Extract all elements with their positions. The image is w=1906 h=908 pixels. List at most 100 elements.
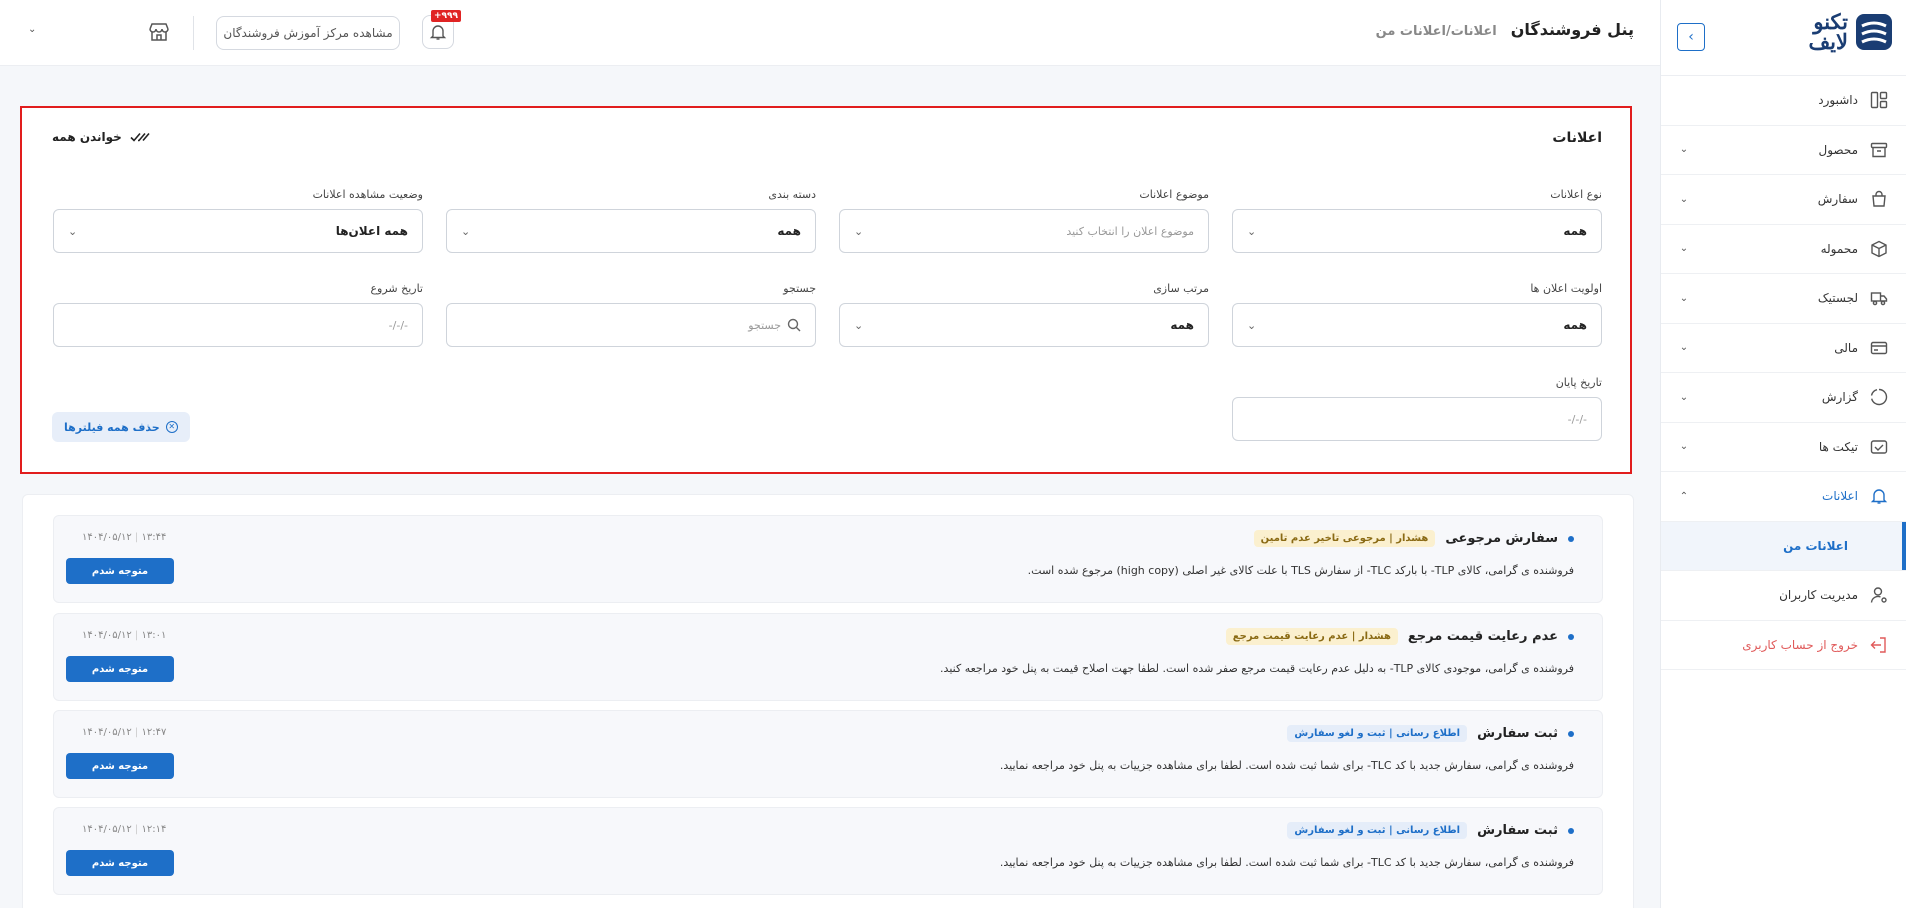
- start-date-input[interactable]: -/-/-: [53, 303, 423, 347]
- clear-filters-button[interactable]: ✕ حذف همه فیلترها: [52, 412, 190, 442]
- sidebar-item-label: تیکت ها: [1818, 439, 1858, 454]
- sidebar-item-tickets[interactable]: تیکت ها ⌄: [1661, 423, 1906, 472]
- filter-priority: اولویت اعلان ها همه ⌄: [1232, 282, 1602, 347]
- acknowledge-button[interactable]: متوجه شدم: [66, 850, 174, 876]
- card-icon: [1868, 337, 1890, 359]
- sidebar-subitem-my-notifications[interactable]: اعلانات من: [1661, 521, 1906, 571]
- sidebar-item-notifications[interactable]: اعلانات ⌃: [1661, 472, 1906, 522]
- clear-filters-label: حذف همه فیلترها: [64, 420, 160, 434]
- sidebar-item-logistics[interactable]: لجستیک ⌄: [1661, 274, 1906, 324]
- page-header: پنل فروشندگان اعلانات/اعلانات من: [1376, 20, 1634, 39]
- sidebar-item-label: اعلانات من: [1783, 538, 1848, 553]
- sidebar-item-label: محصول: [1818, 142, 1859, 157]
- sidebar-item-label: داشبورد: [1818, 93, 1858, 108]
- field-label: نوع اعلانات: [1550, 188, 1602, 201]
- notifications-button[interactable]: +۹۹۹: [422, 10, 461, 49]
- search-input[interactable]: جستجو: [446, 303, 816, 347]
- priority-select[interactable]: همه ⌄: [1232, 303, 1602, 347]
- notification-count-badge: +۹۹۹: [430, 10, 461, 22]
- notification-type-select[interactable]: همه ⌄: [1232, 209, 1602, 253]
- chevron-down-icon[interactable]: ⌄: [28, 24, 36, 35]
- sidebar-item-label: مالی: [1834, 340, 1858, 355]
- notification-tag: هشدار | عدم رعایت قیمت مرجع: [1225, 628, 1398, 645]
- package-icon: [1868, 238, 1890, 260]
- acknowledge-button[interactable]: متوجه شدم: [66, 558, 174, 584]
- filter-notification-type: نوع اعلانات همه ⌄: [1232, 188, 1602, 253]
- sidebar-item-user-management[interactable]: مدیریت کاربران: [1661, 571, 1906, 621]
- notification-timestamp: ۱۴۰۴/۰۵/۱۲ | ۱۲:۱۴: [82, 824, 167, 835]
- notification-body: فروشنده ی گرامی، موجودی کالای TLP- به دل…: [940, 662, 1574, 675]
- filter-notification-subject: موضوع اعلانات موضوع اعلان را انتخاب کنید…: [839, 188, 1209, 253]
- training-center-button[interactable]: مشاهده مرکز آموزش فروشندگان: [216, 16, 400, 50]
- divider: [193, 16, 194, 50]
- field-label: موضوع اعلانات: [1139, 188, 1209, 201]
- notification-list: سفارش مرجوعی هشدار | مرجوعی تاخیر عدم تا…: [22, 494, 1634, 908]
- sidebar-item-finance[interactable]: مالی ⌄: [1661, 324, 1906, 373]
- view-status-select[interactable]: همه اعلان‌ها ⌄: [53, 209, 423, 253]
- logo-mark-icon: [1856, 14, 1892, 50]
- notification-title: سفارش مرجوعی: [1445, 531, 1558, 546]
- notification-timestamp: ۱۴۰۴/۰۵/۱۲ | ۱۳:۰۱: [82, 630, 167, 641]
- sidebar-item-report[interactable]: گزارش ⌄: [1661, 373, 1906, 423]
- logo[interactable]: تکنو لایف: [1808, 11, 1894, 52]
- field-label: وضعیت مشاهده اعلانات: [312, 188, 423, 201]
- close-circle-icon: ✕: [165, 421, 178, 433]
- notification-body: فروشنده ی گرامی، کالای TLP- با بارکد TLC…: [1027, 564, 1574, 577]
- store-icon[interactable]: [147, 20, 171, 44]
- sidebar-nav: داشبورد محصول ⌄ سفارش ⌄ محموله ⌄ لجستیک …: [1661, 76, 1906, 670]
- notification-timestamp: ۱۴۰۴/۰۵/۱۲ | ۱۲:۴۷: [82, 727, 167, 738]
- filter-start-date: تاریخ شروع -/-/-: [53, 282, 423, 347]
- acknowledge-button[interactable]: متوجه شدم: [66, 656, 174, 682]
- select-placeholder: موضوع اعلان را انتخاب کنید: [1066, 224, 1194, 238]
- sidebar-item-label: مدیریت کاربران: [1779, 588, 1858, 603]
- notification-date: ۱۴۰۴/۰۵/۱۲: [82, 630, 132, 641]
- sidebar-item-logout[interactable]: خروج از حساب کاربری: [1661, 621, 1906, 670]
- read-all-button[interactable]: خواندن همه: [52, 130, 150, 144]
- notification-header: ثبت سفارش اطلاع رسانی | ثبت و لغو سفارش: [1287, 725, 1574, 742]
- chevron-down-icon: ⌄: [854, 318, 864, 332]
- notification-header: عدم رعایت قیمت مرجع هشدار | عدم رعایت قی…: [1225, 628, 1574, 645]
- notification-tag: اطلاع رسانی | ثبت و لغو سفارش: [1287, 822, 1468, 839]
- sidebar-item-label: لجستیک: [1817, 291, 1858, 306]
- truck-icon: [1868, 287, 1890, 309]
- notification-time: ۱۳:۰۱: [141, 630, 167, 641]
- dashboard-icon: [1868, 89, 1890, 111]
- notification-title: عدم رعایت قیمت مرجع: [1407, 629, 1558, 644]
- notification-subject-select[interactable]: موضوع اعلان را انتخاب کنید ⌄: [839, 209, 1209, 253]
- logo-area: تکنو لایف ‹: [1661, 0, 1906, 76]
- acknowledge-button[interactable]: متوجه شدم: [66, 753, 174, 779]
- sidebar-item-label: محموله: [1820, 241, 1858, 256]
- notification-card: ثبت سفارش اطلاع رسانی | ثبت و لغو سفارش …: [53, 710, 1603, 798]
- sidebar-item-dashboard[interactable]: داشبورد: [1661, 76, 1906, 126]
- notification-title: ثبت سفارش: [1477, 726, 1558, 741]
- sort-select[interactable]: همه ⌄: [839, 303, 1209, 347]
- notification-date: ۱۴۰۴/۰۵/۱۲: [82, 532, 132, 543]
- category-select[interactable]: همه ⌄: [446, 209, 816, 253]
- chevron-up-icon: ⌃: [1679, 490, 1689, 502]
- notification-card: ثبت سفارش اطلاع رسانی | ثبت و لغو سفارش …: [53, 807, 1603, 895]
- field-label: اولویت اعلان ها: [1530, 282, 1602, 295]
- notification-time: ۱۲:۴۷: [141, 727, 167, 738]
- end-date-input[interactable]: -/-/-: [1232, 397, 1602, 441]
- field-label: تاریخ شروع: [370, 282, 423, 295]
- notification-body: فروشنده ی گرامی، سفارش جدید با کد TLC- ب…: [999, 759, 1574, 772]
- unread-dot: [1568, 633, 1574, 640]
- user-gear-icon: [1868, 584, 1890, 606]
- field-label: مرتب سازی: [1153, 282, 1209, 295]
- select-value: همه: [1563, 318, 1587, 332]
- sidebar-item-shipment[interactable]: محموله ⌄: [1661, 225, 1906, 274]
- filter-category: دسته بندی همه ⌄: [446, 188, 816, 253]
- field-label: جستجو: [783, 282, 816, 295]
- chevron-down-icon: ⌄: [68, 224, 78, 238]
- filter-sort: مرتب سازی همه ⌄: [839, 282, 1209, 347]
- bell-icon: [1868, 485, 1890, 507]
- notification-tag: اطلاع رسانی | ثبت و لغو سفارش: [1287, 725, 1468, 742]
- chevron-down-icon: ⌄: [1247, 318, 1257, 332]
- double-check-icon: [130, 132, 150, 142]
- sidebar-item-product[interactable]: محصول ⌄: [1661, 126, 1906, 175]
- sidebar-item-order[interactable]: سفارش ⌄: [1661, 175, 1906, 225]
- sidebar-collapse-button[interactable]: ‹: [1677, 23, 1705, 51]
- sidebar-item-label: خروج از حساب کاربری: [1742, 637, 1858, 652]
- box-icon: [1868, 139, 1890, 161]
- search-icon: [787, 318, 801, 332]
